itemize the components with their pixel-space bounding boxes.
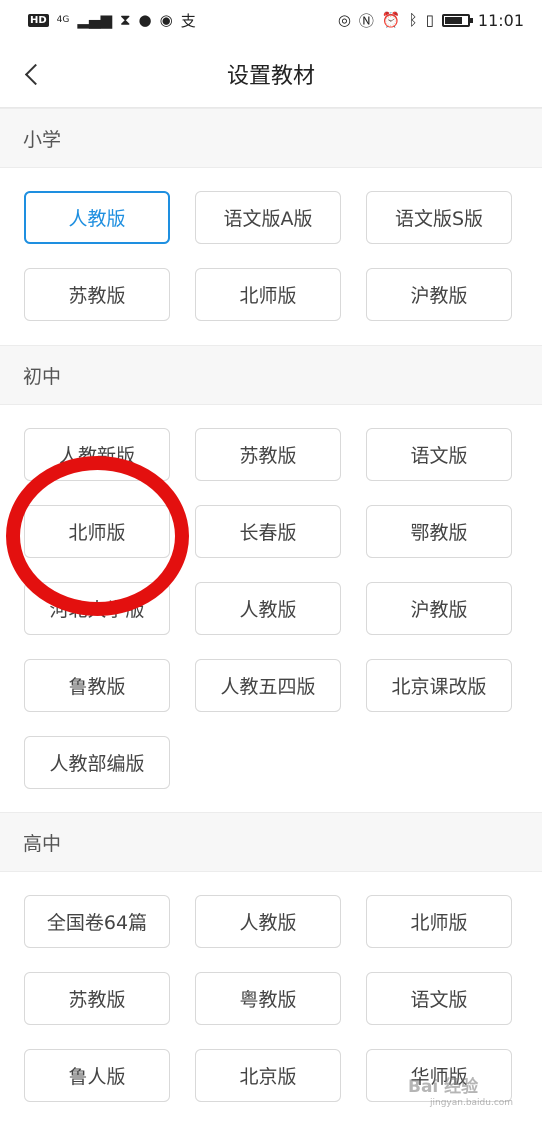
- option-button[interactable]: 人教版: [195, 895, 341, 948]
- message-icon: ●: [138, 11, 152, 29]
- section-header-senior: 高中: [0, 812, 542, 872]
- signal-icon: ▂▄▆: [77, 11, 112, 29]
- watermark: Bai 经验: [408, 1077, 479, 1097]
- option-button[interactable]: 北师版: [366, 895, 512, 948]
- option-button[interactable]: 北京版: [195, 1049, 341, 1102]
- option-button[interactable]: 全国卷64篇: [24, 895, 170, 948]
- option-button[interactable]: 人教部编版: [24, 736, 170, 789]
- option-button[interactable]: 沪教版: [366, 582, 512, 635]
- status-right: ◎ Ⓝ ⏰ ᛒ ▯ 11:01: [338, 10, 524, 31]
- option-button[interactable]: 鄂教版: [366, 505, 512, 558]
- back-button[interactable]: [14, 56, 50, 92]
- section-header-junior: 初中: [0, 345, 542, 405]
- status-left: HD 4G ▂▄▆ ⧗ ● ◉ 支: [28, 10, 196, 31]
- hd-indicator: HD: [28, 13, 49, 27]
- option-button[interactable]: 北京课改版: [366, 659, 512, 712]
- option-button[interactable]: 苏教版: [24, 972, 170, 1025]
- option-button[interactable]: 语文版S版: [366, 191, 512, 244]
- option-button[interactable]: 鲁教版: [24, 659, 170, 712]
- option-button[interactable]: 语文版: [366, 972, 512, 1025]
- option-button[interactable]: 人教五四版: [195, 659, 341, 712]
- option-button[interactable]: 苏教版: [24, 268, 170, 321]
- vibrate-icon: ▯: [425, 11, 434, 29]
- chevron-left-icon: [24, 63, 46, 85]
- option-button[interactable]: 北师版: [24, 505, 170, 558]
- option-button[interactable]: 沪教版: [366, 268, 512, 321]
- option-button[interactable]: 人教版: [24, 191, 170, 244]
- section-header-primary: 小学: [0, 108, 542, 168]
- network-type: 4G: [56, 14, 70, 25]
- clock: 11:01: [477, 10, 524, 30]
- navigation-bar: 设置教材: [0, 40, 542, 108]
- option-button[interactable]: 人教新版: [24, 428, 170, 481]
- wechat-icon: ◉: [159, 11, 173, 29]
- option-button[interactable]: 语文版A版: [195, 191, 341, 244]
- option-button[interactable]: 语文版: [366, 428, 512, 481]
- eye-icon: ◎: [337, 11, 351, 29]
- option-button[interactable]: 人教版: [195, 582, 341, 635]
- watermark-url: jingyan.baidu.com: [430, 1098, 514, 1108]
- nfc-icon: Ⓝ: [358, 11, 374, 30]
- battery-icon: [441, 13, 473, 27]
- option-button[interactable]: 粤教版: [195, 972, 341, 1025]
- option-button[interactable]: 河北大学版: [24, 582, 170, 635]
- page-title: 设置教材: [226, 63, 315, 89]
- status-bar: HD 4G ▂▄▆ ⧗ ● ◉ 支 ◎ Ⓝ ⏰ ᛒ ▯ 11:01: [0, 0, 542, 40]
- alarm-icon: ⏰: [381, 11, 401, 29]
- option-button[interactable]: 鲁人版: [24, 1049, 170, 1102]
- option-button[interactable]: 苏教版: [195, 428, 341, 481]
- hourglass-icon: ⧗: [119, 11, 131, 29]
- bluetooth-icon: ᛒ: [408, 11, 418, 29]
- option-button[interactable]: 北师版: [195, 268, 341, 321]
- alipay-icon: 支: [180, 11, 196, 30]
- option-button[interactable]: 长春版: [195, 505, 341, 558]
